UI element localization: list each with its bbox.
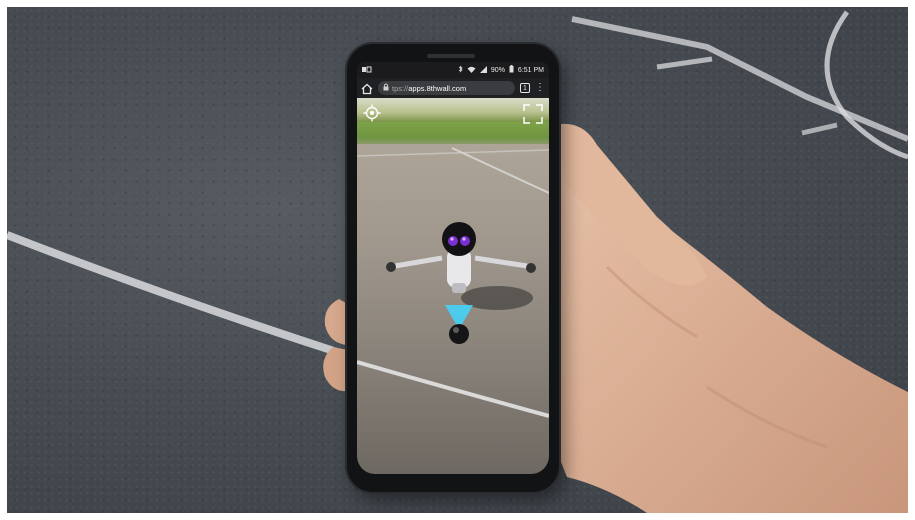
home-icon[interactable]	[361, 82, 373, 95]
notification-icon	[362, 66, 372, 75]
url-host: apps.8thwall.com	[408, 83, 467, 93]
browser-toolbar: tps://apps.8thwall.com 1 ⋮	[357, 78, 549, 98]
phone-speaker	[427, 54, 475, 58]
background-photo: 90% 6:51 PM tps://apps.8thwall.com 1 ⋮	[7, 7, 908, 513]
lock-icon	[383, 83, 389, 93]
tabs-icon[interactable]: 1	[520, 83, 530, 93]
phone: 90% 6:51 PM tps://apps.8thwall.com 1 ⋮	[347, 44, 559, 492]
ar-scene	[357, 147, 549, 418]
battery-icon	[509, 65, 514, 75]
clock: 6:51 PM	[517, 66, 544, 74]
menu-icon[interactable]: ⋮	[535, 83, 545, 93]
phone-screen: 90% 6:51 PM tps://apps.8thwall.com 1 ⋮	[357, 62, 549, 474]
address-bar[interactable]: tps://apps.8thwall.com	[378, 81, 515, 95]
status-bar: 90% 6:51 PM	[357, 62, 549, 78]
fullscreen-icon[interactable]	[523, 104, 543, 129]
bluetooth-icon	[458, 65, 463, 75]
battery-percent: 90%	[490, 66, 505, 74]
ar-camera-view[interactable]	[357, 98, 549, 474]
url-prefix: tps://	[392, 83, 409, 93]
signal-icon	[479, 65, 487, 75]
wifi-icon	[467, 66, 476, 75]
recenter-icon[interactable]	[363, 104, 381, 127]
